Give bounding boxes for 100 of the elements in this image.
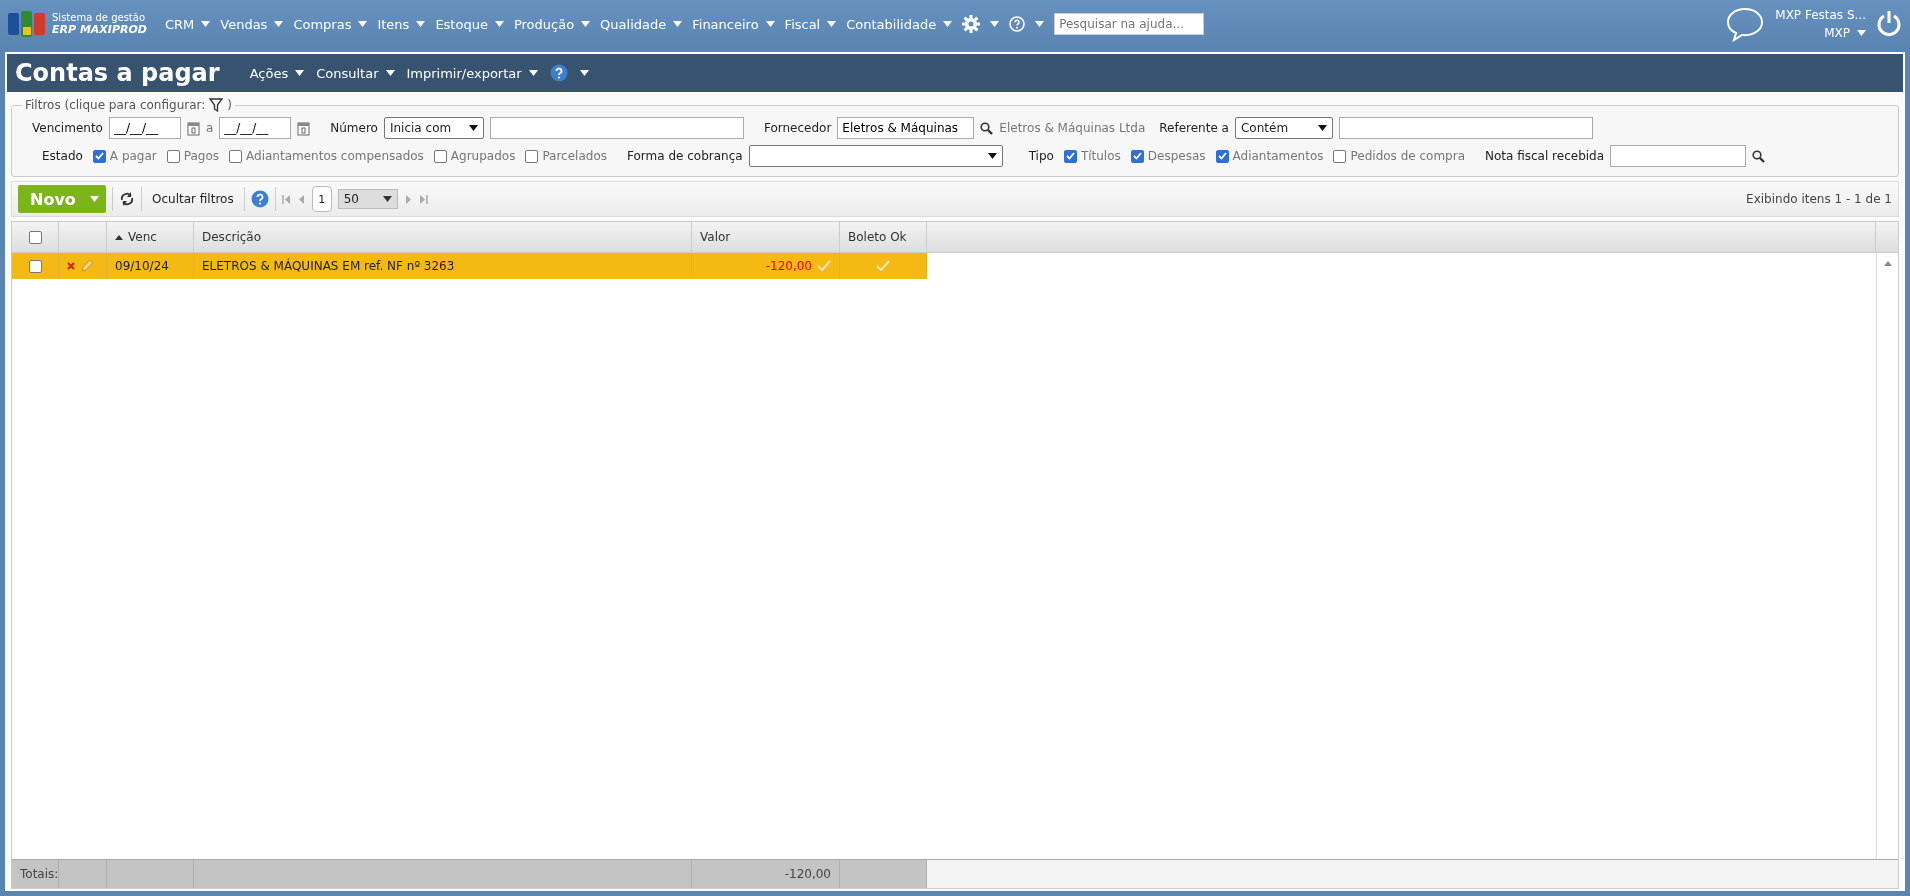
table-cell: ELETROS & MÁQUINAS EM ref. NF nº 3263 — [194, 253, 692, 279]
nav-menu-item[interactable]: Estoque — [435, 16, 504, 32]
checkbox[interactable] — [28, 259, 42, 273]
input-field[interactable] — [1338, 117, 1593, 139]
page-menu-item[interactable]: Consultar — [316, 65, 395, 81]
help-icon[interactable] — [549, 64, 568, 82]
scroll-up-icon[interactable] — [1883, 261, 1892, 266]
logo-icon — [8, 11, 46, 37]
column-header[interactable]: Valor — [692, 222, 840, 252]
refresh-icon[interactable] — [119, 192, 135, 206]
nav-menu-item[interactable]: Financeiro — [692, 16, 775, 32]
total-amount: -120,00 — [692, 860, 840, 888]
input-field[interactable] — [1610, 145, 1747, 167]
checkbox[interactable] — [1333, 149, 1347, 163]
checkbox-label: Pedidos de compra — [1350, 149, 1465, 163]
totals-label: Totais: — [12, 860, 59, 888]
delete-icon[interactable] — [67, 262, 75, 270]
caret-icon — [385, 70, 395, 76]
select-field[interactable] — [748, 145, 1003, 167]
column-header[interactable]: Venc — [107, 222, 194, 252]
table-row[interactable]: 09/10/24 ELETROS & MÁQUINAS EM ref. NF nº 3263 -120,00 — [12, 253, 927, 279]
power-icon[interactable] — [1876, 10, 1902, 38]
company-name: MXP Festas S... — [1775, 8, 1866, 22]
nav-menu-item[interactable]: Contabilidade — [846, 16, 953, 32]
funnel-icon[interactable] — [209, 98, 224, 112]
field-label: Fornecedor — [763, 121, 832, 135]
logo-text: ERP MAXIPROD — [52, 24, 147, 36]
date-field[interactable]: __/__/__ — [219, 117, 292, 139]
checkbox[interactable] — [1215, 149, 1229, 163]
nav-menu-item[interactable]: Fiscal — [784, 16, 837, 32]
select-field[interactable]: Contém — [1234, 117, 1333, 139]
checkbox[interactable] — [166, 149, 180, 163]
caret-icon — [90, 196, 99, 202]
checkbox[interactable] — [433, 149, 447, 163]
nav-menu-item[interactable]: Itens — [377, 16, 426, 32]
help-icon[interactable] — [1009, 16, 1026, 32]
chevron-icon — [382, 196, 392, 202]
select-field[interactable]: Inicia com — [383, 117, 484, 139]
column-header[interactable]: Boleto Ok — [840, 222, 927, 252]
logo-caption: Sistema de gestão — [52, 12, 146, 24]
caret-icon — [358, 21, 368, 27]
checkbox[interactable] — [1063, 149, 1077, 163]
chevron-icon — [987, 153, 997, 159]
checkbox[interactable] — [1130, 149, 1144, 163]
field-label: Estado — [42, 149, 83, 163]
checkbox[interactable] — [92, 149, 106, 163]
caret-icon — [827, 21, 837, 27]
chevron-icon — [1317, 125, 1327, 131]
search-icon[interactable] — [980, 121, 994, 135]
chevron-icon — [468, 125, 478, 131]
check-icon — [817, 260, 831, 272]
checkbox[interactable] — [229, 149, 243, 163]
nav-menu-item[interactable]: Compras — [293, 16, 368, 32]
field-label: Nota fiscal recebida — [1485, 149, 1605, 163]
current-page[interactable]: 1 — [311, 186, 332, 212]
sort-ascending-icon[interactable] — [115, 234, 123, 240]
caret-icon — [274, 21, 284, 27]
checkbox-label: Pagos — [183, 149, 220, 163]
date-field[interactable]: __/__/__ — [108, 117, 181, 139]
table-cell: 09/10/24 — [107, 253, 194, 279]
search-icon[interactable] — [1752, 149, 1766, 163]
help-search-field[interactable]: Pesquisar na ajuda... — [1054, 13, 1205, 35]
checkbox-label: Adiantamentos — [1232, 149, 1324, 163]
calendar-icon[interactable] — [297, 120, 311, 136]
caret-icon — [765, 21, 775, 27]
page-size-select[interactable]: 50 — [337, 189, 398, 209]
chat-icon[interactable] — [1725, 6, 1766, 42]
nav-menu-item[interactable]: Qualidade — [600, 16, 683, 32]
nav-menu-item[interactable]: Produção — [513, 16, 591, 32]
field-label: Tipo — [1028, 149, 1054, 163]
settings-icon[interactable] — [962, 15, 981, 33]
filters-legend-end: ) — [227, 98, 232, 112]
nav-menu-item[interactable]: Vendas — [220, 16, 284, 32]
page-menu-item[interactable]: Imprimir/exportar — [406, 65, 538, 81]
caret-icon — [943, 21, 953, 27]
checkbox-label: Agrupados — [450, 149, 516, 163]
caret-icon — [990, 21, 1000, 27]
account-menu[interactable]: MXP — [1824, 26, 1866, 40]
input-field[interactable]: Eletros & Máquinas — [837, 117, 975, 139]
filters-legend[interactable]: Filtros (clique para configurar: — [25, 98, 206, 112]
calendar-icon[interactable] — [186, 120, 200, 136]
column-header[interactable]: Descrição — [194, 222, 692, 252]
field-label: a — [205, 121, 214, 135]
amount-cell: -120,00 — [765, 259, 812, 273]
hide-filters-button[interactable]: Ocultar filtros — [148, 192, 238, 206]
input-field[interactable] — [489, 117, 744, 139]
caret-icon — [494, 21, 504, 27]
checkbox[interactable] — [525, 149, 539, 163]
page-menu-item[interactable]: Ações — [249, 65, 305, 81]
nav-menu-item[interactable]: CRM — [164, 16, 211, 32]
checkbox-label: A pagar — [109, 149, 157, 163]
caret-icon — [1857, 30, 1866, 36]
checkbox-label: Títulos — [1080, 149, 1121, 163]
field-label: Número — [330, 121, 378, 135]
caret-icon — [416, 21, 426, 27]
checkbox-label: Adiantamentos compensados — [246, 149, 424, 163]
help-icon[interactable] — [250, 190, 269, 208]
checkbox[interactable] — [28, 230, 42, 244]
caret-icon — [528, 70, 538, 76]
caret-icon — [581, 21, 591, 27]
